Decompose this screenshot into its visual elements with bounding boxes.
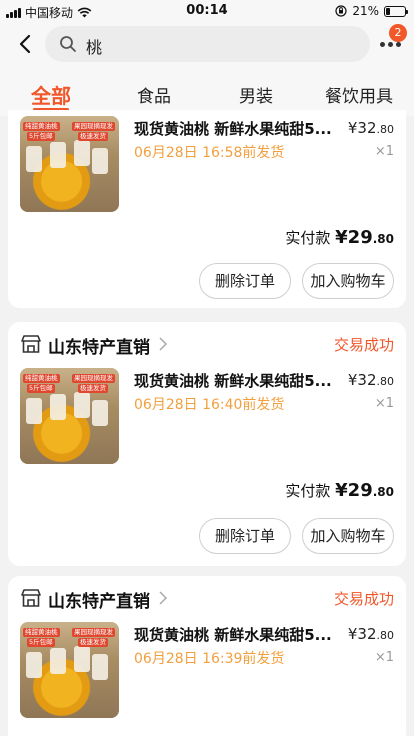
add-to-cart-button[interactable]: 加入购物车 xyxy=(302,263,394,299)
back-arrow-icon[interactable] xyxy=(14,32,38,56)
tab-food[interactable]: 食品 xyxy=(137,82,171,107)
image-tag: 5斤包邮 xyxy=(27,638,55,647)
category-tabs: 全部 食品 男装 餐饮用具 xyxy=(0,68,414,116)
image-tag: 纯甜黄油桃 xyxy=(23,122,60,131)
product-title[interactable]: 现货黄油桃 新鲜水果纯甜5... xyxy=(134,118,342,139)
lock-rotation-icon xyxy=(335,5,347,17)
shop-header[interactable]: 山东特产直销 交易成功 xyxy=(8,322,406,368)
product-price: ¥32.80 xyxy=(347,119,394,137)
order-status: 交易成功 xyxy=(333,590,394,608)
product-price: ¥32.80 xyxy=(347,625,394,643)
paid-amount: 实付款 ¥29.80 xyxy=(285,227,394,248)
ship-deadline: 06月28日 16:40前发货 xyxy=(134,397,285,413)
store-icon xyxy=(21,335,41,353)
image-tag: 极速发货 xyxy=(78,638,108,647)
image-tag: 果园现摘现发 xyxy=(72,122,115,131)
more-button[interactable]: 2 xyxy=(378,24,407,60)
search-icon xyxy=(60,36,76,52)
battery-fill xyxy=(386,7,390,15)
chevron-right-icon xyxy=(159,591,168,605)
quantity: ×1 xyxy=(374,144,394,159)
order-status: 交易成功 xyxy=(333,336,394,354)
tab-tableware[interactable]: 餐饮用具 xyxy=(325,82,393,107)
order-card: 山东特产直销 交易成功 纯甜黄油桃 果园现摘现发 5斤包邮 极速发货 现货黄油桃… xyxy=(8,576,406,736)
image-tag: 纯甜黄油桃 xyxy=(23,374,60,383)
more-dots-icon xyxy=(380,42,401,47)
store-icon xyxy=(21,589,41,607)
product-image[interactable]: 纯甜黄油桃 果园现摘现发 5斤包邮 极速发货 xyxy=(20,368,119,464)
order-card: 纯甜黄油桃 果园现摘现发 5斤包邮 极速发货 现货黄油桃 新鲜水果纯甜5... … xyxy=(8,110,406,308)
status-bar: 中国移动 00:14 21% xyxy=(0,0,414,22)
status-right: 21% xyxy=(335,4,408,18)
tab-all[interactable]: 全部 xyxy=(31,80,71,109)
search-input[interactable]: 桃 xyxy=(45,26,370,62)
shop-header[interactable]: 山东特产直销 交易成功 xyxy=(8,576,406,622)
search-header: 桃 2 xyxy=(0,22,414,68)
product-image[interactable]: 纯甜黄油桃 果园现摘现发 5斤包邮 极速发货 xyxy=(20,116,119,212)
product-image[interactable]: 纯甜黄油桃 果园现摘现发 5斤包邮 极速发货 xyxy=(20,622,119,718)
image-tag: 极速发货 xyxy=(78,384,108,393)
image-tag: 5斤包邮 xyxy=(27,132,55,141)
image-tag: 果园现摘现发 xyxy=(72,374,115,383)
product-title[interactable]: 现货黄油桃 新鲜水果纯甜5... xyxy=(134,624,342,645)
delete-order-button[interactable]: 删除订单 xyxy=(199,518,291,554)
paid-amount: 实付款 ¥29.80 xyxy=(285,480,394,501)
tab-menswear[interactable]: 男装 xyxy=(239,82,273,107)
order-card: 山东特产直销 交易成功 纯甜黄油桃 果园现摘现发 5斤包邮 极速发货 现货黄油桃… xyxy=(8,322,406,566)
add-to-cart-button[interactable]: 加入购物车 xyxy=(302,518,394,554)
shop-name: 山东特产直销 xyxy=(48,338,150,358)
product-title[interactable]: 现货黄油桃 新鲜水果纯甜5... xyxy=(134,370,342,391)
chevron-right-icon xyxy=(159,337,168,351)
product-price: ¥32.80 xyxy=(347,371,394,389)
ship-deadline: 06月28日 16:58前发货 xyxy=(134,145,285,161)
image-tag: 5斤包邮 xyxy=(27,384,55,393)
notification-badge: 2 xyxy=(389,24,407,42)
image-tag: 果园现摘现发 xyxy=(72,628,115,637)
image-tag: 纯甜黄油桃 xyxy=(23,628,60,637)
image-tag: 极速发货 xyxy=(78,132,108,141)
battery-percent: 21% xyxy=(352,4,379,18)
quantity: ×1 xyxy=(374,396,394,411)
search-query: 桃 xyxy=(86,38,103,57)
ship-deadline: 06月28日 16:39前发货 xyxy=(134,651,285,667)
quantity: ×1 xyxy=(374,650,394,665)
battery-icon xyxy=(384,5,408,17)
delete-order-button[interactable]: 删除订单 xyxy=(199,263,291,299)
shop-name: 山东特产直销 xyxy=(48,592,150,612)
